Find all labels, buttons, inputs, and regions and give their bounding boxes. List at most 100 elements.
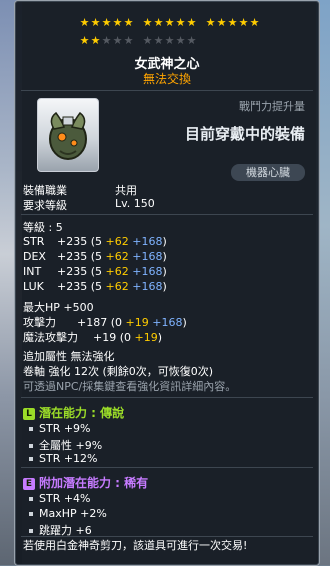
footer-text: 若使用白金神奇剪刀，該道具可進行一次交易! xyxy=(23,539,248,552)
stat-enhance: +62 xyxy=(105,265,129,278)
star-filled-icon: ★ xyxy=(227,16,238,29)
item-tooltip: ★ ★ ★ ★ ★ ★ ★ ★ ★ ★ ★ ★ ★ ★ ★ ★ ★ ★ ★ ★ ★ ★ ★ ★ ★ 女武神之心 無法交換 戰鬥… xyxy=(14,0,320,566)
job-row: 裝備職業 共用 xyxy=(23,182,223,197)
potential-line-text: MaxHP +2% xyxy=(39,507,107,520)
stat-base: 5 xyxy=(95,250,103,263)
star-filled-icon: ★ xyxy=(216,16,227,29)
epic-badge-icon: E xyxy=(23,477,35,490)
stat-total: +235 xyxy=(57,250,88,263)
potential-line: STR +4% xyxy=(29,492,91,505)
stat-star: +168 xyxy=(132,265,163,278)
stat-total: +235 xyxy=(57,265,88,278)
attack-row: 攻擊力 +187 (0 +19 +168) xyxy=(23,316,187,329)
star-filled-icon: ★ xyxy=(79,16,90,29)
potential-line: MaxHP +2% xyxy=(29,507,107,520)
stat-enhance: +62 xyxy=(105,235,129,248)
potential-line-text: STR +9% xyxy=(39,422,91,435)
stat-star: +168 xyxy=(132,280,163,293)
star-row-1: ★ ★ ★ ★ ★ ★ ★ ★ ★ ★ ★ ★ ★ ★ ★ xyxy=(15,17,319,31)
potential-line-text: STR +4% xyxy=(39,492,91,505)
magic-enh: +19 xyxy=(134,331,158,344)
legendary-badge-icon: L xyxy=(23,407,35,420)
star-filled-icon: ★ xyxy=(249,16,260,29)
potential-title: 潛在能力 : 傳說 xyxy=(39,406,125,420)
star-filled-icon: ★ xyxy=(153,16,164,29)
star-empty-icon: ★ xyxy=(112,34,123,47)
stat-total: +235 xyxy=(57,235,88,248)
bullet-icon xyxy=(29,529,33,533)
item-icon-frame xyxy=(37,98,99,172)
attack-star: +168 xyxy=(152,316,183,329)
additional-header: E 附加潛在能力 : 稀有 xyxy=(23,474,148,491)
attack-enh: +19 xyxy=(125,316,149,329)
stat-row-dex: DEX +235 (5 +62 +168) xyxy=(23,250,167,263)
star-empty-icon: ★ xyxy=(175,34,186,47)
grade-text: 等級 : 5 xyxy=(23,221,63,234)
stat-star: +168 xyxy=(132,235,163,248)
valkyrie-heart-icon xyxy=(49,111,87,160)
star-filled-icon: ★ xyxy=(112,16,123,29)
divider xyxy=(21,90,313,91)
star-filled-icon: ★ xyxy=(142,16,153,29)
star-empty-icon: ★ xyxy=(153,34,164,47)
bullet-icon xyxy=(29,512,33,516)
stat-name: STR xyxy=(23,235,45,248)
job-value: 共用 xyxy=(115,184,137,197)
category-tag: 機器心臟 xyxy=(231,164,305,181)
potential-line-text: STR +12% xyxy=(39,452,98,465)
stat-star: +168 xyxy=(132,250,163,263)
stat-row-int: INT +235 (5 +62 +168) xyxy=(23,265,167,278)
star-empty-icon: ★ xyxy=(164,34,175,47)
potential-line: 全屬性 +9% xyxy=(29,437,102,453)
divider xyxy=(21,397,313,398)
stat-name: DEX xyxy=(23,250,46,263)
potential-line: STR +12% xyxy=(29,452,98,465)
stat-total: +235 xyxy=(57,280,88,293)
star-empty-icon: ★ xyxy=(142,34,153,47)
star-filled-icon: ★ xyxy=(164,16,175,29)
scroll-text: 卷軸 強化 12次 (剩餘0次，可恢復0次) xyxy=(23,365,214,378)
maxhp-text: 最大HP +500 xyxy=(23,301,94,314)
additional-title: 附加潛在能力 : 稀有 xyxy=(39,476,149,490)
star-empty-icon: ★ xyxy=(123,34,134,47)
power-label: 戰鬥力提升量 xyxy=(239,100,305,113)
magic-label: 魔法攻擊力 xyxy=(23,331,78,344)
star-empty-icon: ★ xyxy=(186,34,197,47)
bullet-icon xyxy=(29,444,33,448)
bullet-icon xyxy=(29,427,33,431)
attack-label: 攻擊力 xyxy=(23,316,56,329)
stat-row-str: STR +235 (5 +62 +168) xyxy=(23,235,167,248)
divider xyxy=(21,467,313,468)
bullet-icon xyxy=(29,497,33,501)
stat-enhance: +62 xyxy=(105,280,129,293)
star-empty-icon: ★ xyxy=(101,34,112,47)
star-filled-icon: ★ xyxy=(186,16,197,29)
star-filled-icon: ★ xyxy=(175,16,186,29)
stat-name: INT xyxy=(23,265,42,278)
star-filled-icon: ★ xyxy=(101,16,112,29)
star-filled-icon: ★ xyxy=(205,16,216,29)
star-filled-icon: ★ xyxy=(238,16,249,29)
stat-base: 5 xyxy=(95,280,103,293)
stat-enhance: +62 xyxy=(105,250,129,263)
star-filled-icon: ★ xyxy=(90,34,101,47)
attack-total: +187 xyxy=(77,316,108,329)
star-filled-icon: ★ xyxy=(123,16,134,29)
potential-header: L 潛在能力 : 傳說 xyxy=(23,404,124,421)
hint-text: 可透過NPC/採集鍵查看強化資訊詳細內容。 xyxy=(23,380,237,393)
potential-line-text: 全屬性 +9% xyxy=(39,439,103,452)
stat-base: 5 xyxy=(95,235,103,248)
job-label: 裝備職業 xyxy=(23,184,67,197)
enhance-text: 追加屬性 無法強化 xyxy=(23,350,115,363)
magic-row: 魔法攻擊力 +19 (0 +19) xyxy=(23,331,163,344)
potential-line: STR +9% xyxy=(29,422,91,435)
level-row: 要求等級 Lv. 150 xyxy=(23,197,223,212)
star-filled-icon: ★ xyxy=(90,16,101,29)
stat-base: 5 xyxy=(95,265,103,278)
stat-row-luk: LUK +235 (5 +62 +168) xyxy=(23,280,167,293)
divider xyxy=(21,214,313,215)
attack-base: 0 xyxy=(115,316,123,329)
stat-name: LUK xyxy=(23,280,44,293)
level-label: 要求等級 xyxy=(23,199,67,212)
star-row-2: ★ ★ ★ ★ ★ ★ ★ ★ ★ ★ xyxy=(15,35,319,49)
